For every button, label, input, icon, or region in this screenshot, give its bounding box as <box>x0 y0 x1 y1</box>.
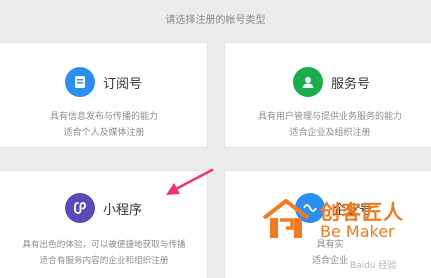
card-header: 小程序 <box>65 193 142 223</box>
description-line: 适合有服务内容的企业和组织注册 <box>39 256 169 266</box>
watermark: 创客匠人 Be Maker <box>256 196 431 276</box>
card-description: 具有信息发布与传播的能力 适合个人及媒体注册 <box>0 109 209 141</box>
card-title: 小程序 <box>103 202 143 218</box>
maker-logo-icon <box>262 199 310 238</box>
description-line: 具有出色的体验，可以被便捷地获取与传播 <box>22 240 186 250</box>
watermark-chinese: 创客匠人 <box>320 200 404 224</box>
card-header: 订阅号 <box>65 67 142 97</box>
description-line: 具有信息发布与传播的能力 <box>49 112 158 122</box>
card-header: 服务号 <box>293 67 370 97</box>
account-type-prompt: 请选择注册的帐号类型 <box>165 15 266 26</box>
description-line: 适合企业及组织注册 <box>289 128 371 138</box>
description-line: 适合个人及媒体注册 <box>63 128 145 138</box>
service-user-icon <box>293 67 323 97</box>
card-description: 具有出色的体验，可以被便捷地获取与传播 适合有服务内容的企业和组织注册 <box>0 237 209 269</box>
card-title: 订阅号 <box>103 76 143 92</box>
description-line: 具有用户管理与提供业务服务的能力 <box>257 112 402 122</box>
subscription-icon <box>65 67 95 97</box>
watermark-english: Be Maker <box>320 222 395 241</box>
annotation-arrow-icon <box>166 168 214 195</box>
card-title: 服务号 <box>331 76 371 92</box>
subscription-account-card[interactable]: 订阅号 具有信息发布与传播的能力 适合个人及媒体注册 <box>0 42 208 148</box>
service-account-card[interactable]: 服务号 具有用户管理与提供业务服务的能力 适合企业及组织注册 <box>224 42 431 148</box>
miniprogram-icon <box>65 193 95 223</box>
baidu-watermark: Baidu 经验 <box>350 261 397 271</box>
card-description: 具有用户管理与提供业务服务的能力 适合企业及组织注册 <box>225 109 431 141</box>
